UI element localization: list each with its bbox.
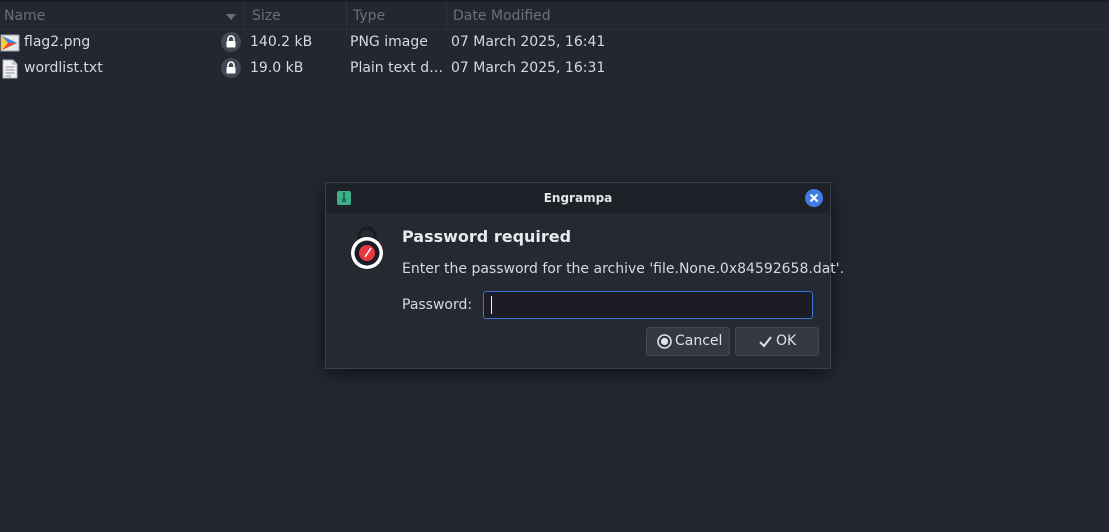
file-name: flag2.png: [24, 34, 91, 50]
file-type: Plain text d…: [350, 60, 442, 76]
file-size: 140.2 kB: [250, 34, 313, 50]
cancel-icon: [657, 334, 672, 349]
file-type: PNG image: [350, 34, 428, 50]
sort-descending-icon: [226, 14, 236, 20]
cancel-button-label: Cancel: [675, 333, 723, 349]
lock-icon: [221, 32, 241, 52]
text-cursor: [491, 296, 492, 314]
table-row[interactable]: wordlist.txt 19.0 kB Plain text d… 07 Ma…: [0, 55, 1109, 81]
column-header-date-modified[interactable]: Date Modified: [446, 2, 1109, 30]
image-file-icon: [0, 34, 20, 52]
text-file-icon: [2, 59, 18, 79]
password-input[interactable]: [483, 291, 813, 319]
ok-button-label: OK: [776, 333, 797, 349]
checkmark-icon: [759, 336, 772, 348]
file-date-modified: 07 March 2025, 16:41: [451, 34, 606, 50]
column-header-name[interactable]: Name: [0, 2, 244, 30]
table-row[interactable]: flag2.png 140.2 kB PNG image 07 March 20…: [0, 29, 1109, 55]
cancel-button[interactable]: Cancel: [646, 327, 730, 356]
close-icon: [809, 193, 819, 203]
dialog-titlebar[interactable]: Engrampa: [326, 183, 830, 213]
column-header-type[interactable]: Type: [346, 2, 446, 30]
file-name: wordlist.txt: [24, 60, 103, 76]
dialog-heading: Password required: [402, 227, 572, 246]
password-dialog: Engrampa Password required Enter the pas…: [325, 182, 844, 369]
column-header-type-label: Type: [353, 8, 386, 24]
dialog-message: Enter the password for the archive 'file…: [402, 261, 845, 277]
column-header-size-label: Size: [252, 8, 281, 24]
column-header-row: Name Size Type Date Modified: [0, 0, 1109, 30]
column-header-size[interactable]: Size: [244, 2, 346, 30]
column-header-name-label: Name: [4, 8, 46, 24]
dialog-title: Engrampa: [543, 191, 613, 205]
close-button[interactable]: [805, 189, 823, 207]
lock-icon: [221, 58, 241, 78]
password-label: Password:: [402, 297, 473, 313]
ok-button[interactable]: OK: [735, 327, 819, 356]
password-lock-icon: [351, 226, 383, 269]
file-date-modified: 07 March 2025, 16:31: [451, 60, 606, 76]
file-size: 19.0 kB: [250, 60, 304, 76]
column-header-date-label: Date Modified: [453, 8, 551, 24]
